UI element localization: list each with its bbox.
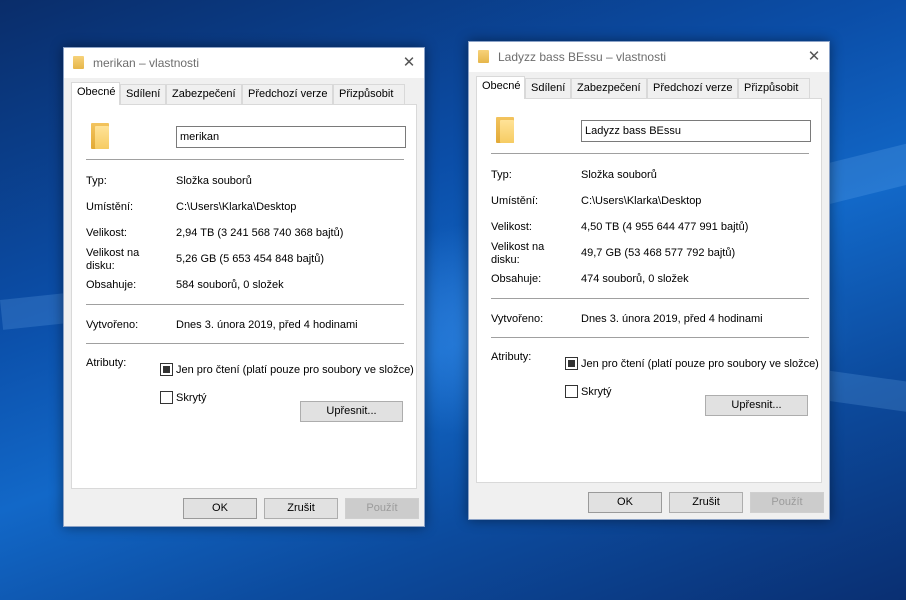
tab-bar: Obecné Sdílení Zabezpečení Předchozí ver… (476, 76, 816, 99)
advanced-button[interactable]: Upřesnit... (300, 401, 403, 422)
type-value: Složka souborů (176, 175, 252, 187)
separator (491, 153, 809, 154)
separator (491, 298, 809, 299)
size-value: 4,50 TB (4 955 644 477 991 bajtů) (581, 221, 749, 233)
separator (86, 304, 404, 305)
tab-panel-general: Typ: Složka souborů Umístění: C:\Users\K… (71, 104, 417, 489)
hidden-checkbox[interactable] (565, 385, 578, 398)
tab-sharing[interactable]: Sdílení (525, 78, 571, 98)
title-bar[interactable]: merikan – vlastnosti ✕ (64, 48, 424, 78)
separator (86, 343, 404, 344)
tab-security[interactable]: Zabezpečení (571, 78, 647, 98)
tab-customize[interactable]: Přizpůsobit (333, 84, 405, 104)
attributes-label: Atributy: (491, 351, 532, 363)
close-button[interactable]: ✕ (394, 48, 424, 78)
tab-general[interactable]: Obecné (476, 76, 525, 99)
tab-customize[interactable]: Přizpůsobit (738, 78, 810, 98)
window-title: merikan – vlastnosti (93, 56, 200, 70)
folder-icon (91, 123, 109, 149)
location-value: C:\Users\Klarka\Desktop (581, 195, 702, 207)
readonly-checkbox[interactable] (565, 357, 578, 370)
created-label: Vytvořeno: (86, 319, 139, 331)
cancel-button[interactable]: Zrušit (264, 498, 338, 519)
contains-value: 584 souborů, 0 složek (176, 279, 284, 291)
attributes-label: Atributy: (86, 357, 127, 369)
readonly-label: Jen pro čtení (platí pouze pro soubory v… (581, 358, 819, 370)
type-label: Typ: (86, 175, 107, 187)
contains-label: Obsahuje: (491, 273, 542, 285)
type-label: Typ: (491, 169, 512, 181)
created-value: Dnes 3. února 2019, před 4 hodinami (176, 319, 358, 331)
close-button[interactable]: ✕ (799, 42, 829, 72)
tab-sharing[interactable]: Sdílení (120, 84, 166, 104)
size-label: Velikost: (491, 221, 532, 233)
readonly-label: Jen pro čtení (platí pouze pro soubory v… (176, 364, 414, 376)
close-icon: ✕ (807, 48, 821, 65)
ok-button[interactable]: OK (588, 492, 662, 513)
tab-panel-general: Typ: Složka souborů Umístění: C:\Users\K… (476, 98, 822, 483)
location-label: Umístění: (491, 195, 539, 207)
folder-icon (478, 50, 489, 63)
created-label: Vytvořeno: (491, 313, 544, 325)
properties-dialog-merikan: merikan – vlastnosti ✕ Obecné Sdílení Za… (63, 47, 425, 527)
hidden-label: Skrytý (176, 392, 207, 404)
tab-previous-versions[interactable]: Předchozí verze (242, 84, 333, 104)
advanced-button[interactable]: Upřesnit... (705, 395, 808, 416)
close-icon: ✕ (402, 54, 416, 71)
window-title: Ladyzz bass BEssu – vlastnosti (498, 50, 667, 64)
apply-button[interactable]: Použít (345, 498, 419, 519)
separator (86, 159, 404, 160)
contains-value: 474 souborů, 0 složek (581, 273, 689, 285)
type-value: Složka souborů (581, 169, 657, 181)
readonly-checkbox[interactable] (160, 363, 173, 376)
contains-label: Obsahuje: (86, 279, 137, 291)
hidden-label: Skrytý (581, 386, 612, 398)
disk-size-value: 49,7 GB (53 468 577 792 bajtů) (581, 247, 736, 259)
tab-security[interactable]: Zabezpečení (166, 84, 242, 104)
folder-icon (496, 117, 514, 143)
properties-dialog-ladyzz: Ladyzz bass BEssu – vlastnosti ✕ Obecné … (468, 41, 830, 520)
folder-name-input[interactable] (176, 126, 406, 148)
ok-button[interactable]: OK (183, 498, 257, 519)
apply-button[interactable]: Použít (750, 492, 824, 513)
hidden-checkbox[interactable] (160, 391, 173, 404)
size-label: Velikost: (86, 227, 127, 239)
tab-general[interactable]: Obecné (71, 82, 120, 105)
tab-previous-versions[interactable]: Předchozí verze (647, 78, 738, 98)
disk-size-label: Velikost na disku: (491, 241, 545, 266)
cancel-button[interactable]: Zrušit (669, 492, 743, 513)
location-label: Umístění: (86, 201, 134, 213)
folder-name-input[interactable] (581, 120, 811, 142)
size-value: 2,94 TB (3 241 568 740 368 bajtů) (176, 227, 344, 239)
tab-bar: Obecné Sdílení Zabezpečení Předchozí ver… (71, 82, 411, 105)
disk-size-value: 5,26 GB (5 653 454 848 bajtů) (176, 253, 324, 265)
created-value: Dnes 3. února 2019, před 4 hodinami (581, 313, 763, 325)
separator (491, 337, 809, 338)
location-value: C:\Users\Klarka\Desktop (176, 201, 297, 213)
folder-icon (73, 56, 84, 69)
disk-size-label: Velikost na disku: (86, 247, 140, 272)
title-bar[interactable]: Ladyzz bass BEssu – vlastnosti ✕ (469, 42, 829, 72)
